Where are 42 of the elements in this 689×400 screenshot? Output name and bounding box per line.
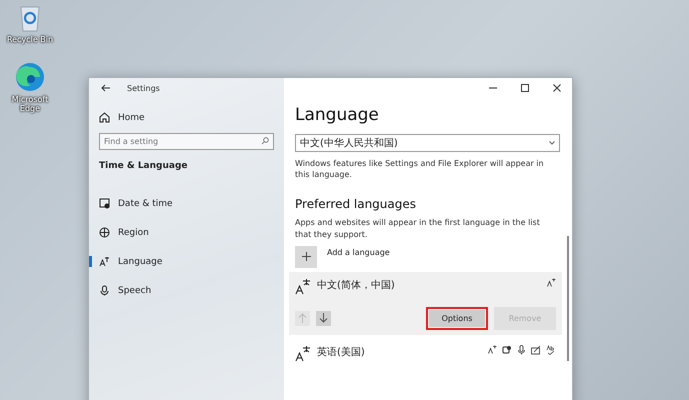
window-title: Settings bbox=[127, 84, 160, 92]
move-down-button[interactable] bbox=[316, 310, 331, 326]
spell-check-icon bbox=[546, 344, 556, 355]
nav-item[interactable]: Date & time bbox=[89, 195, 274, 212]
language-action-button[interactable]: Options bbox=[426, 306, 488, 330]
language-item[interactable]: 英语(美国) bbox=[289, 338, 562, 362]
speech-bubble-icon bbox=[502, 344, 512, 355]
chevron-down-icon bbox=[549, 141, 555, 145]
add-language-button[interactable] bbox=[295, 246, 317, 268]
language-name: 中文(简体，中国) bbox=[317, 278, 396, 292]
microphone-icon bbox=[517, 344, 526, 355]
add-language-label[interactable]: Add a language bbox=[327, 248, 390, 257]
display-language-note: Windows features like Settings and File Explorer will appear in this language. bbox=[295, 158, 545, 180]
language-name: 英语(美国) bbox=[317, 346, 366, 359]
recycle-bin-icon[interactable] bbox=[18, 4, 42, 32]
close-icon[interactable] bbox=[552, 83, 562, 93]
nav-item[interactable]: Speech bbox=[89, 282, 274, 299]
display-language-dropdown[interactable]: 中文(中华人民共和国) bbox=[295, 134, 560, 152]
microphone-icon bbox=[99, 285, 110, 296]
search-icon bbox=[261, 137, 269, 145]
back-arrow-icon[interactable] bbox=[101, 84, 111, 92]
home-icon bbox=[99, 112, 110, 123]
maximize-icon[interactable] bbox=[520, 83, 530, 93]
pen-icon bbox=[531, 344, 541, 355]
display-language-icon bbox=[547, 278, 556, 287]
calendar-clock-icon bbox=[99, 198, 110, 209]
section-heading: Time & Language bbox=[99, 161, 189, 171]
nav-item[interactable]: Language bbox=[89, 253, 274, 270]
page-title: Language bbox=[295, 105, 380, 125]
plus-icon bbox=[302, 252, 310, 262]
language-icon bbox=[295, 344, 311, 362]
display-language-icon bbox=[488, 344, 497, 354]
globe-icon bbox=[99, 227, 110, 238]
search-field[interactable]: Find a setting bbox=[99, 133, 274, 150]
home-link[interactable]: Home bbox=[99, 112, 274, 123]
browser-icon[interactable] bbox=[15, 62, 45, 92]
language-icon bbox=[99, 256, 110, 267]
nav-item[interactable]: Region bbox=[89, 224, 274, 241]
section-heading: Preferred languages bbox=[295, 197, 418, 212]
scrollbar[interactable] bbox=[567, 236, 569, 361]
preferred-languages-note: Apps and websites will appear in the first language in the list that they support. bbox=[295, 217, 541, 240]
language-icon bbox=[295, 278, 311, 295]
